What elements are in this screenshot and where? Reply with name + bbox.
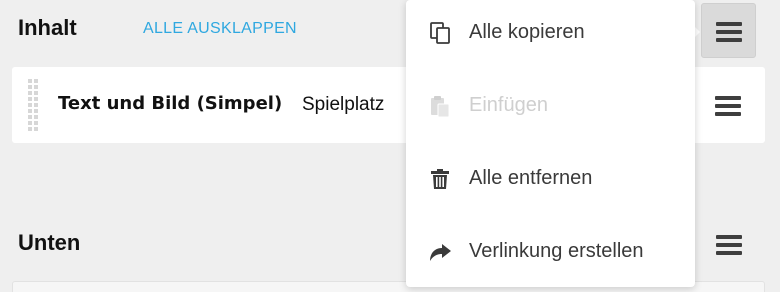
menu-item-label: Alle entfernen <box>469 167 593 189</box>
section-menu-button[interactable] <box>701 3 756 58</box>
menu-item-label: Alle kopieren <box>469 21 585 43</box>
block-menu-button[interactable] <box>715 96 741 116</box>
block-type-label: Text und Bild (Simpel) <box>58 93 283 114</box>
content-section-title: Inhalt <box>18 15 77 40</box>
menu-item-copy-all[interactable]: Alle kopieren <box>406 1 695 61</box>
bottom-section-menu-button[interactable] <box>716 235 742 255</box>
hamburger-icon <box>716 22 742 42</box>
section-dropdown-menu: Alle kopieren Einfügen Alle entfernen Ve… <box>406 0 695 287</box>
menu-item-paste[interactable]: Einfügen <box>406 74 695 134</box>
expand-all-link[interactable]: ALLE AUSKLAPPEN <box>143 20 297 38</box>
trash-icon <box>428 167 452 191</box>
menu-item-create-link[interactable]: Verlinkung erstellen <box>406 220 695 280</box>
paste-icon <box>428 94 452 118</box>
menu-item-remove-all[interactable]: Alle entfernen <box>406 147 695 207</box>
copy-icon <box>428 21 452 45</box>
menu-item-label: Verlinkung erstellen <box>469 240 644 262</box>
bottom-section-title: Unten <box>18 230 81 255</box>
block-name: Spielplatz <box>302 94 385 115</box>
menu-item-label: Einfügen <box>469 94 548 116</box>
drag-handle[interactable] <box>28 79 40 131</box>
share-link-icon <box>428 240 452 264</box>
